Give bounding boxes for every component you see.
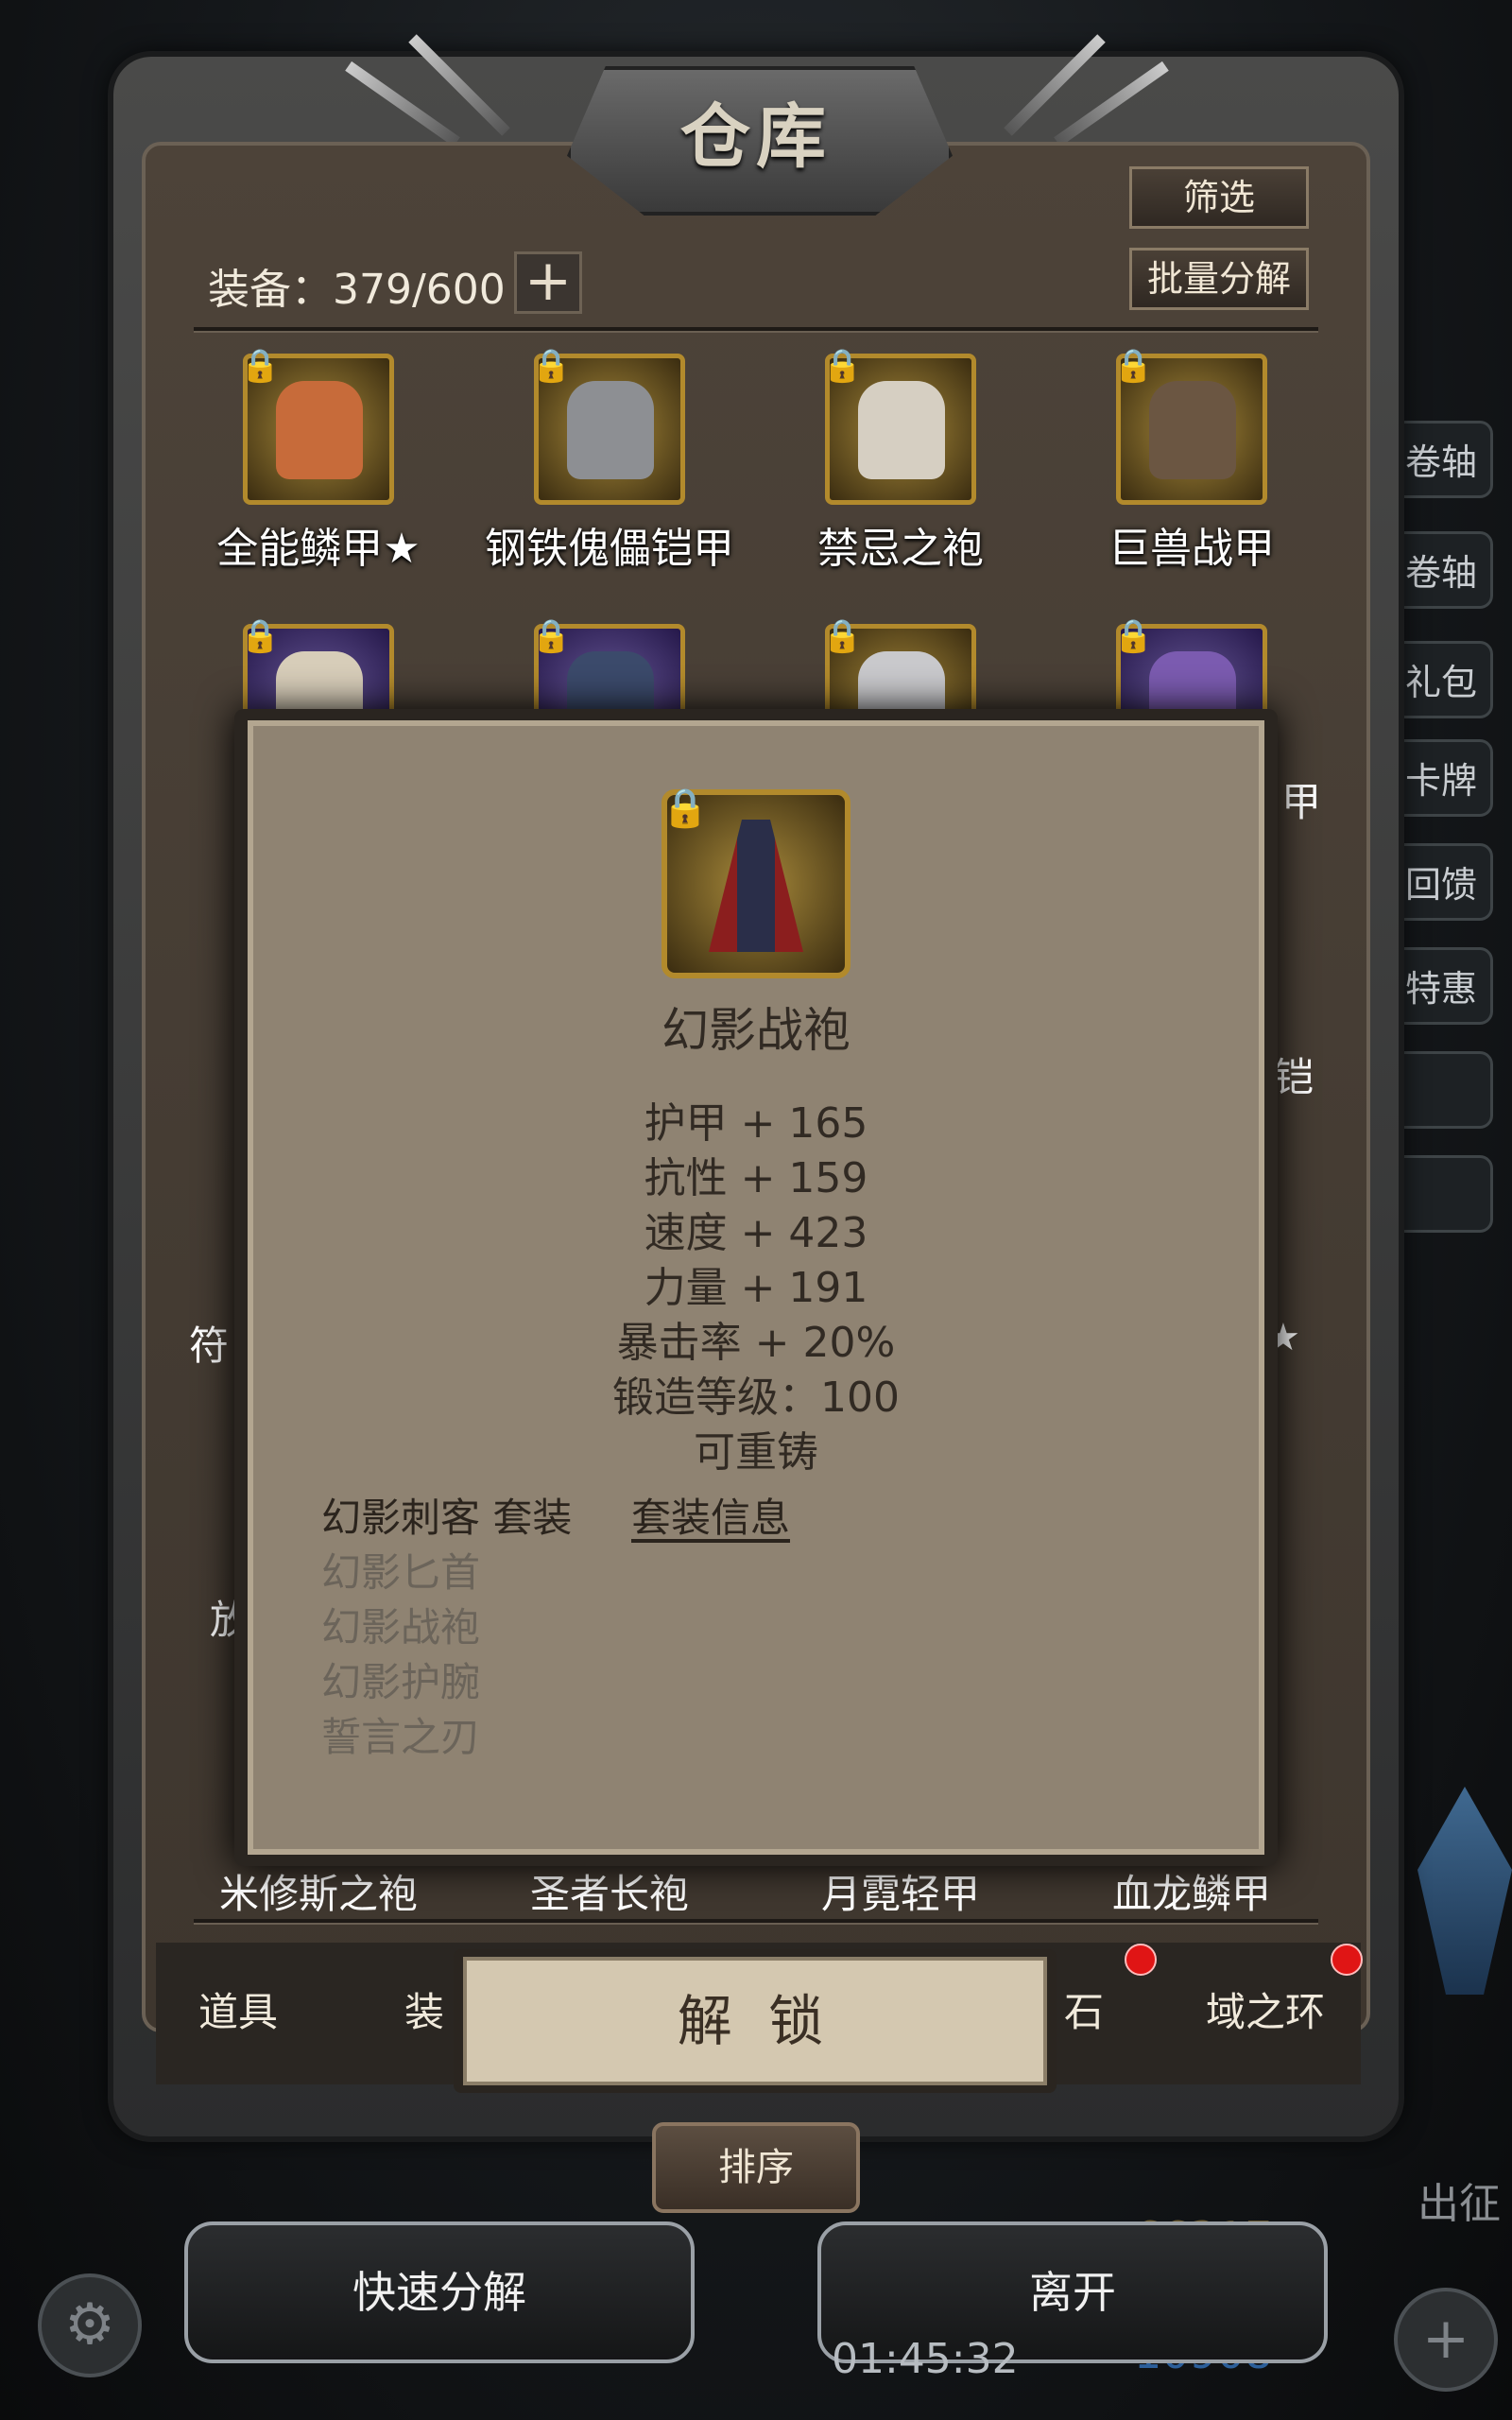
stat-line: 锻造等级：100	[612, 1374, 900, 1422]
sort-button[interactable]: 排序	[652, 2122, 860, 2213]
lock-icon: 🔒	[531, 347, 572, 385]
tab-items[interactable]: 道具	[198, 1980, 278, 2038]
side-tab-extra-2[interactable]	[1389, 1155, 1493, 1233]
side-tab-sale[interactable]: 特惠	[1389, 947, 1493, 1025]
item-cell[interactable]: 🔒 禁忌之袍	[759, 347, 1042, 580]
item-name: 禁忌之袍	[817, 525, 984, 573]
item-slot: 🔒	[1113, 347, 1267, 505]
lock-icon: 🔒	[531, 617, 572, 655]
stat-line: 速度 + 423	[644, 1209, 868, 1257]
item-slot: 🔒	[822, 347, 976, 505]
set-piece: 幻影战袍	[321, 1604, 481, 1651]
divider	[194, 1919, 1318, 1925]
tab-ring[interactable]: 域之环	[1206, 1980, 1325, 2038]
window-title: 仓库	[680, 96, 832, 178]
lock-icon: 🔒	[240, 347, 281, 385]
side-tab-scroll-1[interactable]: 卷轴	[1389, 421, 1493, 498]
set-info-link[interactable]: 套装信息	[631, 1486, 790, 1544]
unlock-button[interactable]: 解 锁	[463, 1957, 1047, 2085]
tab-stone[interactable]: 石	[1064, 1980, 1104, 2038]
armor-icon	[567, 381, 654, 479]
item-name: 全能鳞甲★	[216, 525, 421, 573]
side-tab-label: 礼包	[1404, 662, 1477, 703]
side-tab-extra-1[interactable]	[1389, 1051, 1493, 1129]
set-piece: 幻影匕首	[321, 1549, 481, 1596]
item-name: 血龙鳞甲	[1111, 1871, 1271, 1917]
partial-item-label: 铠	[1274, 1054, 1314, 1100]
side-tab-gift[interactable]: 礼包	[1389, 641, 1493, 718]
notification-dot	[1125, 1944, 1157, 1976]
armor-icon	[276, 381, 363, 479]
quick-decompose-button[interactable]: 快速分解	[184, 2221, 695, 2363]
side-tab-card[interactable]: 卡牌	[1389, 739, 1493, 817]
lock-icon: 🔒	[1113, 617, 1154, 655]
item-detail-name: 幻影战袍	[662, 1003, 850, 1058]
side-tab-scroll-2[interactable]: 卷轴	[1389, 531, 1493, 609]
robe-icon	[858, 381, 945, 479]
set-piece: 誓言之刃	[321, 1714, 481, 1760]
side-tab-label: 卷轴	[1404, 552, 1477, 594]
equipment-capacity: 装备：379/600	[208, 266, 506, 314]
lock-icon: 🔒	[822, 617, 863, 655]
item-cell[interactable]: 🔒 钢铁傀儡铠甲	[468, 347, 751, 580]
item-name: 圣者长袍	[529, 1871, 689, 1917]
filter-button[interactable]: 筛选	[1129, 166, 1309, 229]
lock-icon: 🔒	[1113, 347, 1154, 385]
item-slot: 🔒	[531, 347, 685, 505]
side-tab-label: 回馈	[1404, 864, 1477, 906]
batch-decompose-button[interactable]: 批量分解	[1129, 248, 1309, 310]
expand-capacity-button[interactable]: +	[514, 251, 582, 314]
side-tab-label: 卡牌	[1404, 760, 1477, 802]
countdown-timer: 01:45:32	[832, 2335, 1019, 2383]
partial-item-label: 符	[189, 1322, 230, 1369]
notification-dot	[1331, 1944, 1363, 1976]
side-tab-feedback[interactable]: 回馈	[1389, 843, 1493, 921]
item-cell[interactable]: 🔒 全能鳞甲★	[177, 347, 460, 580]
armor-icon	[1149, 381, 1236, 479]
stat-line: 暴击率 + 20%	[616, 1319, 896, 1367]
plus-icon[interactable]: +	[1394, 2288, 1498, 2392]
stat-line: 力量 + 191	[644, 1264, 868, 1312]
robe-icon	[709, 820, 803, 952]
tab-equipment[interactable]: 装	[404, 1980, 444, 2038]
lock-icon: 🔒	[240, 617, 281, 655]
item-detail-icon: 🔒	[662, 786, 850, 978]
stat-line: 可重铸	[694, 1428, 818, 1477]
divider	[194, 327, 1318, 333]
item-name: 钢铁傀儡铠甲	[485, 525, 734, 573]
side-tab-label: 卷轴	[1404, 441, 1477, 483]
set-title: 幻影刺客 套装	[321, 1495, 573, 1541]
set-piece: 幻影护腕	[321, 1659, 481, 1705]
partial-item-label: 甲	[1281, 779, 1322, 825]
stat-line: 抗性 + 159	[644, 1154, 868, 1202]
gear-icon[interactable]: ⚙	[38, 2273, 142, 2377]
item-name: 巨兽战甲	[1108, 525, 1275, 573]
item-cell[interactable]: 🔒 巨兽战甲	[1050, 347, 1333, 580]
lock-icon: 🔒	[822, 347, 863, 385]
lock-icon: 🔒	[662, 786, 709, 830]
side-tab-label: 特惠	[1404, 968, 1477, 1010]
item-name: 米修斯之袍	[218, 1871, 418, 1917]
item-slot: 🔒	[240, 347, 394, 505]
item-name: 月霓轻甲	[820, 1871, 980, 1917]
stat-line: 护甲 + 165	[644, 1099, 868, 1148]
sortie-label: 出征	[1418, 2180, 1501, 2228]
